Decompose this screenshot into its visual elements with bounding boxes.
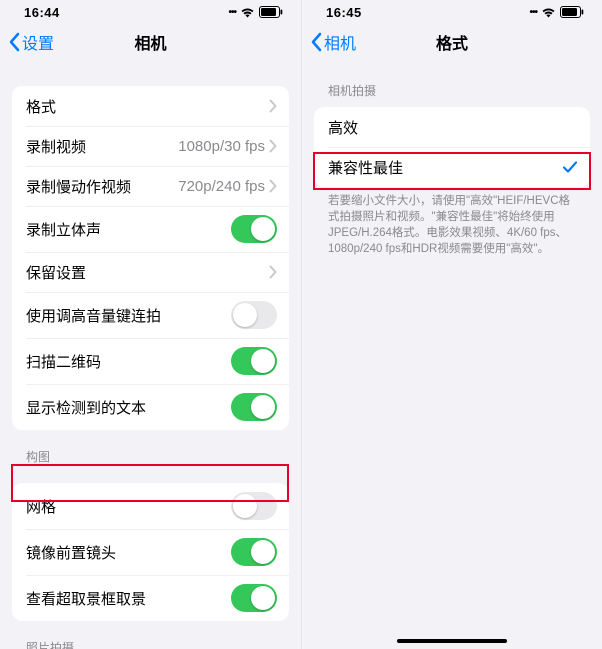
row-record-video[interactable]: 录制视频 1080p/30 fps bbox=[12, 126, 289, 166]
settings-group-format-choice: 高效 兼容性最佳 bbox=[314, 107, 590, 187]
settings-group-composition: 网格 镜像前置镜头 查看超取景框取景 bbox=[12, 483, 289, 621]
toggle-volume-burst[interactable] bbox=[231, 301, 277, 329]
check-icon bbox=[562, 158, 578, 176]
row-detect-text: 显示检测到的文本 bbox=[12, 384, 289, 430]
row-formats[interactable]: 格式 bbox=[12, 86, 289, 126]
nav-bar: 设置 相机 bbox=[0, 20, 301, 64]
toggle-stereo-sound[interactable] bbox=[231, 215, 277, 243]
section-header-composition: 构图 bbox=[26, 448, 285, 465]
row-grid: 网格 bbox=[12, 483, 289, 529]
row-record-slomo[interactable]: 录制慢动作视频 720p/240 fps bbox=[12, 166, 289, 206]
back-label: 设置 bbox=[22, 30, 54, 54]
status-bar: 16:44 ••• bbox=[0, 0, 301, 20]
row-mirror-front: 镜像前置镜头 bbox=[12, 529, 289, 575]
settings-list: 相机拍摄 高效 兼容性最佳 若要缩小文件大小，请使用"高效"HEIF/HEVC格… bbox=[302, 64, 602, 649]
chevron-right-icon bbox=[269, 177, 277, 195]
page-title: 相机 bbox=[134, 30, 166, 54]
nav-bar: 相机 格式 bbox=[302, 20, 602, 64]
settings-group-capture: 格式 录制视频 1080p/30 fps 录制慢动作视频 720p/240 fp… bbox=[12, 86, 289, 430]
status-icons: ••• bbox=[228, 6, 283, 18]
cellular-icon: ••• bbox=[228, 7, 236, 18]
home-indicator bbox=[397, 639, 507, 643]
row-high-efficiency[interactable]: 高效 bbox=[314, 107, 590, 147]
row-scan-qr: 扫描二维码 bbox=[12, 338, 289, 384]
page-title: 格式 bbox=[436, 30, 468, 54]
row-most-compatible[interactable]: 兼容性最佳 bbox=[314, 147, 590, 187]
status-time: 16:44 bbox=[24, 5, 60, 20]
wifi-icon bbox=[541, 7, 556, 18]
row-view-outside-frame: 查看超取景框取景 bbox=[12, 575, 289, 621]
chevron-left-icon bbox=[8, 32, 20, 52]
status-bar: 16:45 ••• bbox=[302, 0, 602, 20]
toggle-grid[interactable] bbox=[231, 492, 277, 520]
toggle-scan-qr[interactable] bbox=[231, 347, 277, 375]
chevron-right-icon bbox=[269, 137, 277, 155]
back-button[interactable]: 设置 bbox=[8, 30, 54, 54]
footer-format: 若要缩小文件大小，请使用"高效"HEIF/HEVC格式拍摄照片和视频。"兼容性最… bbox=[328, 193, 576, 257]
status-time: 16:45 bbox=[326, 5, 362, 20]
section-header-photo-capture: 照片拍摄 bbox=[26, 639, 285, 649]
formats-screen: 16:45 ••• 相机 格式 相机拍摄 高效 兼容性最佳 bbox=[301, 0, 602, 649]
toggle-mirror-front[interactable] bbox=[231, 538, 277, 566]
camera-settings-screen: 16:44 ••• 设置 相机 格式 录制视频 1 bbox=[0, 0, 301, 649]
settings-list: 格式 录制视频 1080p/30 fps 录制慢动作视频 720p/240 fp… bbox=[0, 64, 301, 649]
status-icons: ••• bbox=[529, 6, 584, 18]
wifi-icon bbox=[240, 7, 255, 18]
chevron-right-icon bbox=[269, 263, 277, 281]
back-label: 相机 bbox=[324, 30, 356, 54]
row-volume-burst: 使用调高音量键连拍 bbox=[12, 292, 289, 338]
toggle-detect-text[interactable] bbox=[231, 393, 277, 421]
row-preserve-settings[interactable]: 保留设置 bbox=[12, 252, 289, 292]
toggle-view-outside-frame[interactable] bbox=[231, 584, 277, 612]
section-header-camera-capture: 相机拍摄 bbox=[328, 82, 586, 99]
back-button[interactable]: 相机 bbox=[310, 30, 356, 54]
row-stereo-sound: 录制立体声 bbox=[12, 206, 289, 252]
cellular-icon: ••• bbox=[529, 7, 537, 18]
battery-icon bbox=[259, 6, 283, 18]
battery-icon bbox=[560, 6, 584, 18]
chevron-left-icon bbox=[310, 32, 322, 52]
chevron-right-icon bbox=[269, 97, 277, 115]
